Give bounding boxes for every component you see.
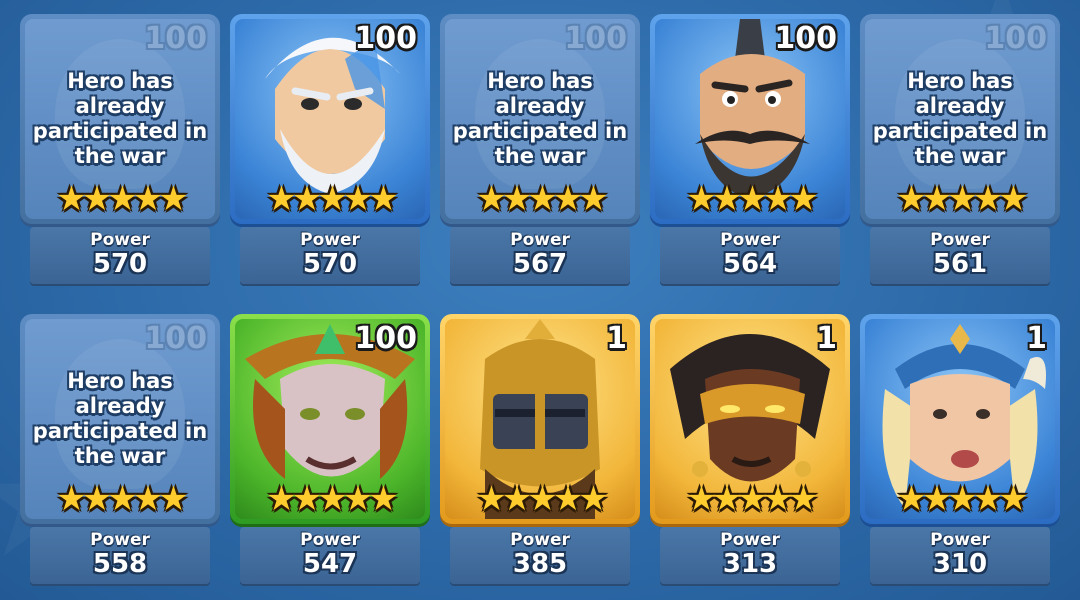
power-box: Power 564	[660, 227, 840, 284]
star-rating-icon: ★★★★★	[56, 479, 188, 519]
hero-frame: 100 ★★★★★	[230, 14, 430, 224]
hero-level: 100	[354, 321, 417, 356]
hero-frame: 100 ★★★★★	[230, 314, 430, 524]
participated-status: Hero has already participated in the war	[32, 69, 208, 168]
hero-level: 100	[984, 21, 1047, 56]
hero-card-10[interactable]: 1 ★★★★★ Power 310	[860, 314, 1060, 584]
power-label: Power	[300, 530, 360, 550]
hero-level: 1	[606, 321, 627, 356]
power-label: Power	[930, 530, 990, 550]
hero-level: 100	[144, 321, 207, 356]
hero-grid: 100 Hero has already participated in the…	[20, 14, 1070, 594]
star-rating-icon: ★★★★★	[686, 179, 818, 219]
power-label: Power	[720, 530, 780, 550]
power-box: Power 561	[870, 227, 1050, 284]
power-value: 310	[932, 549, 988, 579]
star-rating-icon: ★★★★★	[476, 479, 608, 519]
hero-frame: 100 Hero has already participated in the…	[860, 14, 1060, 224]
hero-frame: 100 ★★★★★	[650, 14, 850, 224]
hero-frame: 1 ★★★★★	[440, 314, 640, 524]
power-label: Power	[300, 230, 360, 250]
power-label: Power	[90, 530, 150, 550]
hero-frame: 100 Hero has already participated in the…	[440, 14, 640, 224]
power-value: 570	[302, 249, 358, 279]
hero-card-8[interactable]: 1 ★★★★★ Power 385	[440, 314, 640, 584]
participated-status: Hero has already participated in the war	[452, 69, 628, 168]
hero-portrait: 100 Hero has already participated in the…	[865, 19, 1055, 219]
hero-card-5[interactable]: 100 Hero has already participated in the…	[860, 14, 1060, 284]
power-value: 564	[722, 249, 778, 279]
hero-card-6[interactable]: 100 Hero has already participated in the…	[20, 314, 220, 584]
power-value: 385	[512, 549, 568, 579]
power-value: 547	[302, 549, 358, 579]
hero-card-7[interactable]: 100 ★★★★★ Power 547	[230, 314, 430, 584]
power-box: Power 558	[30, 527, 210, 584]
power-value: 313	[722, 549, 778, 579]
hero-portrait: 100 ★★★★★	[235, 319, 425, 519]
hero-frame: 100 Hero has already participated in the…	[20, 314, 220, 524]
power-label: Power	[90, 230, 150, 250]
hero-portrait: 100 Hero has already participated in the…	[25, 19, 215, 219]
star-rating-icon: ★★★★★	[896, 179, 1028, 219]
power-box: Power 570	[30, 227, 210, 284]
star-rating-icon: ★★★★★	[476, 179, 608, 219]
hero-level: 100	[144, 21, 207, 56]
power-box: Power 570	[240, 227, 420, 284]
power-value: 561	[932, 249, 988, 279]
hero-level: 1	[1026, 321, 1047, 356]
participated-status: Hero has already participated in the war	[32, 369, 208, 468]
power-box: Power 567	[450, 227, 630, 284]
power-box: Power 385	[450, 527, 630, 584]
hero-card-2[interactable]: 100 ★★★★★ Power 570	[230, 14, 430, 284]
star-rating-icon: ★★★★★	[896, 479, 1028, 519]
power-box: Power 547	[240, 527, 420, 584]
hero-portrait: 1 ★★★★★	[865, 319, 1055, 519]
hero-level: 100	[774, 21, 837, 56]
star-rating-icon: ★★★★★	[266, 479, 398, 519]
hero-portrait: 100 Hero has already participated in the…	[25, 319, 215, 519]
hero-portrait: 100 ★★★★★	[235, 19, 425, 219]
hero-frame: 1 ★★★★★	[650, 314, 850, 524]
hero-portrait: 100 ★★★★★	[655, 19, 845, 219]
hero-portrait: 1 ★★★★★	[445, 319, 635, 519]
power-value: 570	[92, 249, 148, 279]
power-label: Power	[510, 230, 570, 250]
hero-card-1[interactable]: 100 Hero has already participated in the…	[20, 14, 220, 284]
power-value: 567	[512, 249, 568, 279]
hero-level: 100	[354, 21, 417, 56]
power-label: Power	[930, 230, 990, 250]
hero-portrait: 1 ★★★★★	[655, 319, 845, 519]
power-label: Power	[510, 530, 570, 550]
hero-frame: 100 Hero has already participated in the…	[20, 14, 220, 224]
hero-level: 100	[564, 21, 627, 56]
participated-status: Hero has already participated in the war	[872, 69, 1048, 168]
hero-portrait: 100 Hero has already participated in the…	[445, 19, 635, 219]
power-label: Power	[720, 230, 780, 250]
power-box: Power 313	[660, 527, 840, 584]
hero-card-4[interactable]: 100 ★★★★★ Power 564	[650, 14, 850, 284]
star-rating-icon: ★★★★★	[266, 179, 398, 219]
power-box: Power 310	[870, 527, 1050, 584]
hero-card-9[interactable]: 1 ★★★★★ Power 313	[650, 314, 850, 584]
star-rating-icon: ★★★★★	[56, 179, 188, 219]
hero-frame: 1 ★★★★★	[860, 314, 1060, 524]
hero-level: 1	[816, 321, 837, 356]
power-value: 558	[92, 549, 148, 579]
star-rating-icon: ★★★★★	[686, 479, 818, 519]
hero-card-3[interactable]: 100 Hero has already participated in the…	[440, 14, 640, 284]
